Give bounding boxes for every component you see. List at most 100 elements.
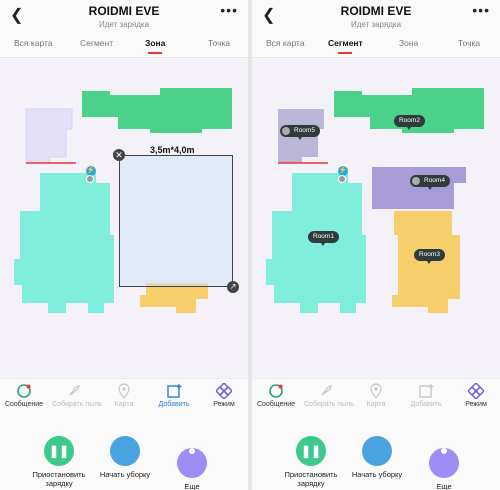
tab-whole-map[interactable]: Вся карта [266,38,305,48]
segment-mode-screen: ❮ ROIDMI EVE Идет зарядка ••• Вся карта … [252,0,500,490]
device-status: Идет зарядка [98,20,150,29]
collect-dust-button[interactable]: Собирать пыль [304,383,354,409]
tab-point[interactable]: Точка [208,38,230,48]
add-zone-label: Добавить [410,401,442,408]
pause-charging-button[interactable]: ❚❚ Приостановить зарядку [24,436,94,488]
map-button[interactable]: Карта [354,383,398,409]
room-tag-room2[interactable]: Room2 [394,115,425,130]
room-tag-room5[interactable]: Room5 [280,125,320,140]
room-name: Room3 [419,251,440,258]
floor-map[interactable]: Room5 Room2 Room4 Room1 Room3 ⚡ [252,59,500,377]
add-zone-label: Добавить [158,401,190,408]
more-actions-button[interactable]: Еще [409,436,479,490]
mode-label: Режим [213,401,235,408]
map-label: Карта [114,401,134,408]
rocket-icon [321,384,333,396]
tab-zone[interactable]: Зона [145,38,165,54]
start-cleaning-label: Начать уборку [99,470,151,479]
room-4 [372,167,466,209]
room-1 [266,173,366,313]
start-cleaning-button[interactable]: Начать уборку [342,436,412,479]
collect-dust-label: Собирать пыль [52,401,102,408]
more-actions-button[interactable]: Еще [157,436,227,490]
start-cleaning-button[interactable]: Начать уборку [90,436,160,479]
more-actions-label: Еще [184,482,200,490]
map-pin-icon [118,383,130,399]
map-label: Карта [366,401,386,408]
room-3 [392,211,460,313]
dot-icon [177,448,207,478]
mode-label: Режим [465,401,487,408]
action-bar: ❚❚ Приостановить зарядку Начать уборку Е… [0,418,248,490]
floor-map[interactable]: 3,5m*4,0m ✕ ↗ ⚡ [0,59,248,377]
pause-charging-label: Приостановить зарядку [284,470,338,488]
start-cleaning-label: Начать уборку [351,470,403,479]
mode-button[interactable]: Режим [454,383,498,409]
zone-size-label: 3,5m*4,0m [150,145,195,155]
rocket-icon [69,384,81,396]
room-name: Room1 [313,233,334,240]
room-name: Room5 [294,127,315,134]
zone-mode-screen: ❮ ROIDMI EVE Идет зарядка ••• Вся карта … [0,0,248,490]
device-status: Идет зарядка [350,20,402,29]
tab-zone[interactable]: Зона [399,38,418,48]
cleaning-zone-rect[interactable] [119,155,233,287]
collect-dust-button[interactable]: Собирать пыль [52,383,102,409]
tab-point[interactable]: Точка [458,38,480,48]
message-label: Сообщение [4,401,44,408]
room-purple-top [25,108,73,164]
collect-dust-label: Собирать пыль [304,401,354,408]
mode-icon [468,383,484,399]
map-pin-icon [370,383,382,399]
mode-button[interactable]: Режим [202,383,246,409]
pause-icon: ❚❚ [44,436,74,466]
message-button[interactable]: Сообщение [254,383,298,409]
room-tag-room3[interactable]: Room3 [414,249,445,264]
message-icon [17,384,31,398]
room-green [82,88,232,133]
add-zone-button[interactable]: Добавить [404,383,448,409]
header: ❮ ROIDMI EVE Идет зарядка ••• [0,0,248,34]
more-dots-icon[interactable]: ••• [472,2,490,18]
more-dots-icon[interactable]: ••• [220,2,238,18]
pause-charging-button[interactable]: ❚❚ Приостановить зарядку [276,436,346,488]
close-icon[interactable]: ✕ [113,149,125,161]
map-toolbar: Сообщение Собирать пыль Карта Добавить Р… [0,378,248,418]
map-toolbar: Сообщение Собирать пыль Карта Добавить Р… [252,378,500,418]
tab-whole-map[interactable]: Вся карта [14,38,53,48]
device-title: ROIDMI EVE [340,4,412,18]
room-yellow [140,283,208,313]
floor-map-svg [266,88,484,313]
add-zone-icon [167,384,182,398]
pause-icon: ❚❚ [296,436,326,466]
device-title: ROIDMI EVE [88,4,160,18]
room-name: Room4 [424,177,445,184]
message-button[interactable]: Сообщение [2,383,46,409]
add-zone-icon [419,384,434,398]
robot-marker [338,175,346,183]
map-button[interactable]: Карта [102,383,146,409]
robot-marker [86,175,94,183]
header: ❮ ROIDMI EVE Идет зарядка ••• [252,0,500,34]
mode-tabs: Вся карта Сегмент Зона Точка [0,34,248,58]
room-cyan [14,173,114,313]
room-tag-room1[interactable]: Room1 [308,231,339,246]
check-icon [282,127,290,135]
resize-handle-icon[interactable]: ↗ [227,281,239,293]
pause-charging-label: Приостановить зарядку [32,470,86,488]
tab-segment[interactable]: Сегмент [328,38,363,54]
dot-icon [429,448,459,478]
screens-container: ❮ ROIDMI EVE Идет зарядка ••• Вся карта … [0,0,500,490]
mode-tabs: Вся карта Сегмент Зона Точка [252,34,500,58]
room-tag-room4[interactable]: Room4 [410,175,450,190]
more-actions-label: Еще [436,482,452,490]
message-icon [269,384,283,398]
tab-segment[interactable]: Сегмент [80,38,113,48]
message-label: Сообщение [256,401,296,408]
check-icon [412,177,420,185]
broom-icon [362,436,392,466]
mode-icon [216,383,232,399]
add-zone-button[interactable]: Добавить [152,383,196,409]
action-bar: ❚❚ Приостановить зарядку Начать уборку Е… [252,418,500,490]
broom-icon [110,436,140,466]
